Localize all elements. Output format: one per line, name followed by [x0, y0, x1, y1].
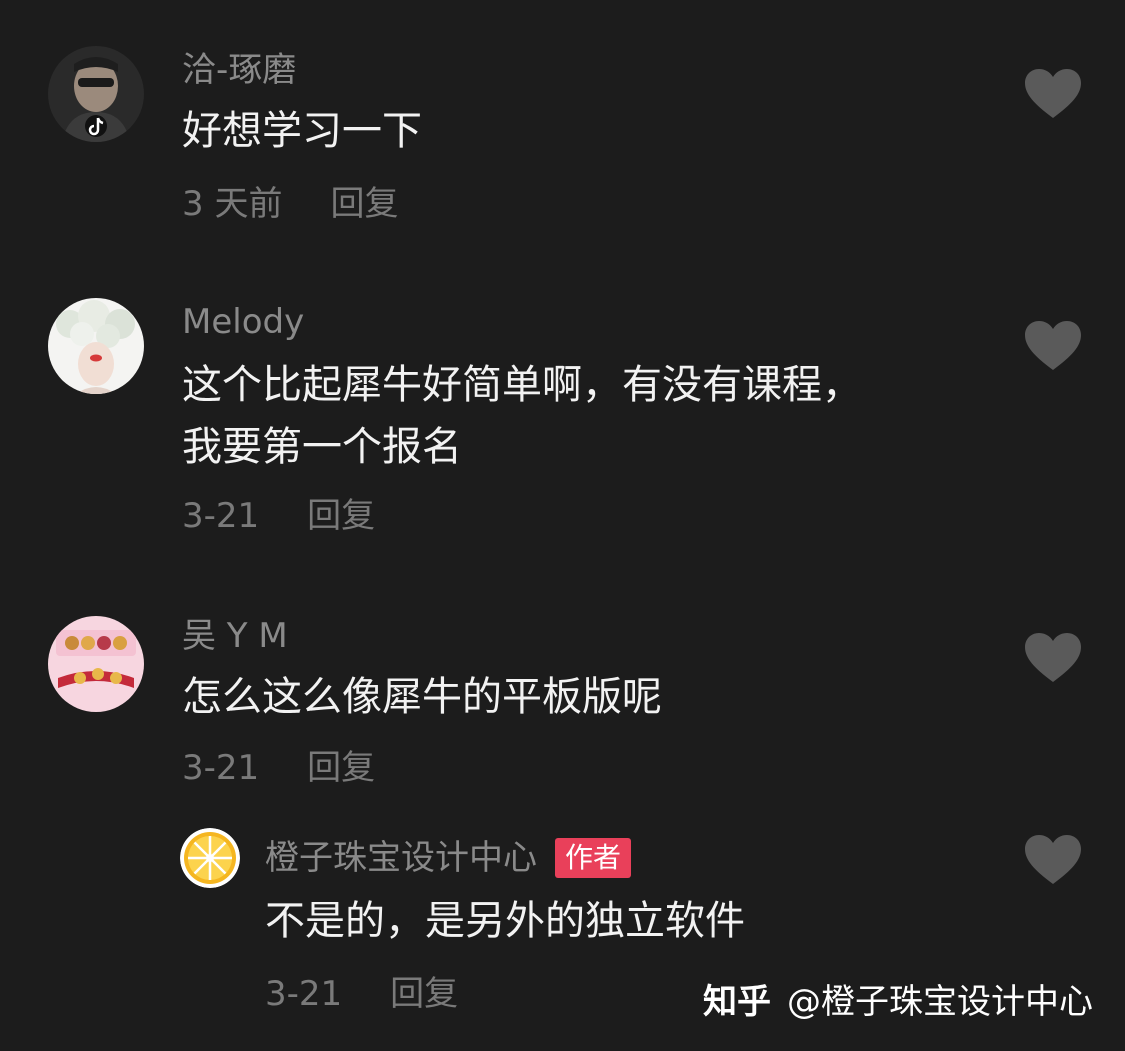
reply-button[interactable]: 回复	[390, 974, 458, 1014]
comment-item: 吴 Y M 怎么这么像犀牛的平板版呢 3-21 回复	[0, 590, 1125, 810]
username[interactable]: 吴 Y M	[182, 616, 288, 656]
comment-line: 这个比起犀牛好简单啊，有没有课程，	[182, 362, 862, 408]
timestamp: 3-21	[182, 496, 260, 536]
like-button[interactable]	[1024, 320, 1082, 372]
reply-text: 不是的，是另外的独立软件	[265, 890, 745, 952]
author-badge: 作者	[555, 838, 632, 878]
comment-text: 怎么这么像犀牛的平板版呢	[182, 666, 662, 728]
heart-icon	[1025, 321, 1081, 370]
timestamp: 3-21	[182, 748, 260, 788]
comment-line: 我要第一个报名	[182, 424, 462, 470]
watermark-handle: @橙子珠宝设计中心	[787, 982, 1093, 1022]
like-button[interactable]	[1024, 68, 1082, 120]
comment-text: 好想学习一下	[182, 100, 422, 162]
heart-icon	[1025, 633, 1081, 682]
heart-icon	[1025, 69, 1081, 118]
username: 橙子珠宝设计中心 作者	[265, 838, 632, 878]
comment-text: 这个比起犀牛好简单啊，有没有课程， 我要第一个报名	[182, 354, 862, 478]
username[interactable]: 洽-琢磨	[182, 50, 296, 90]
avatar[interactable]	[48, 46, 144, 142]
heart-icon	[1025, 835, 1081, 884]
comment-meta: 3-21 回复	[182, 748, 375, 788]
comment-meta: 3 天前 回复	[182, 184, 398, 224]
like-button[interactable]	[1024, 834, 1082, 886]
reply-button[interactable]: 回复	[307, 496, 375, 536]
timestamp: 3 天前	[182, 184, 283, 224]
comment-line: 不是的，是另外的独立软件	[265, 898, 745, 944]
like-button[interactable]	[1024, 632, 1082, 684]
timestamp: 3-21	[265, 974, 343, 1014]
comment-meta: 3-21 回复	[182, 496, 375, 536]
reply-meta: 3-21 回复	[265, 974, 458, 1014]
comment-line: 好想学习一下	[182, 108, 422, 154]
comment-item: Melody 这个比起犀牛好简单啊，有没有课程， 我要第一个报名 3-21 回复	[0, 260, 1125, 590]
avatar[interactable]	[48, 616, 144, 712]
avatar[interactable]	[180, 828, 240, 888]
comment-line: 怎么这么像犀牛的平板版呢	[182, 674, 662, 720]
username[interactable]: Melody	[182, 302, 304, 342]
zhihu-watermark: 知乎 @橙子珠宝设计中心	[703, 980, 1093, 1024]
comment-item: 洽-琢磨 好想学习一下 3 天前 回复	[0, 0, 1125, 260]
zhihu-logo: 知乎	[703, 982, 771, 1022]
reply-button[interactable]: 回复	[330, 184, 398, 224]
avatar[interactable]	[48, 298, 144, 394]
reply-username[interactable]: 橙子珠宝设计中心	[265, 838, 537, 878]
reply-button[interactable]: 回复	[307, 748, 375, 788]
tiktok-logo-icon	[85, 115, 107, 137]
